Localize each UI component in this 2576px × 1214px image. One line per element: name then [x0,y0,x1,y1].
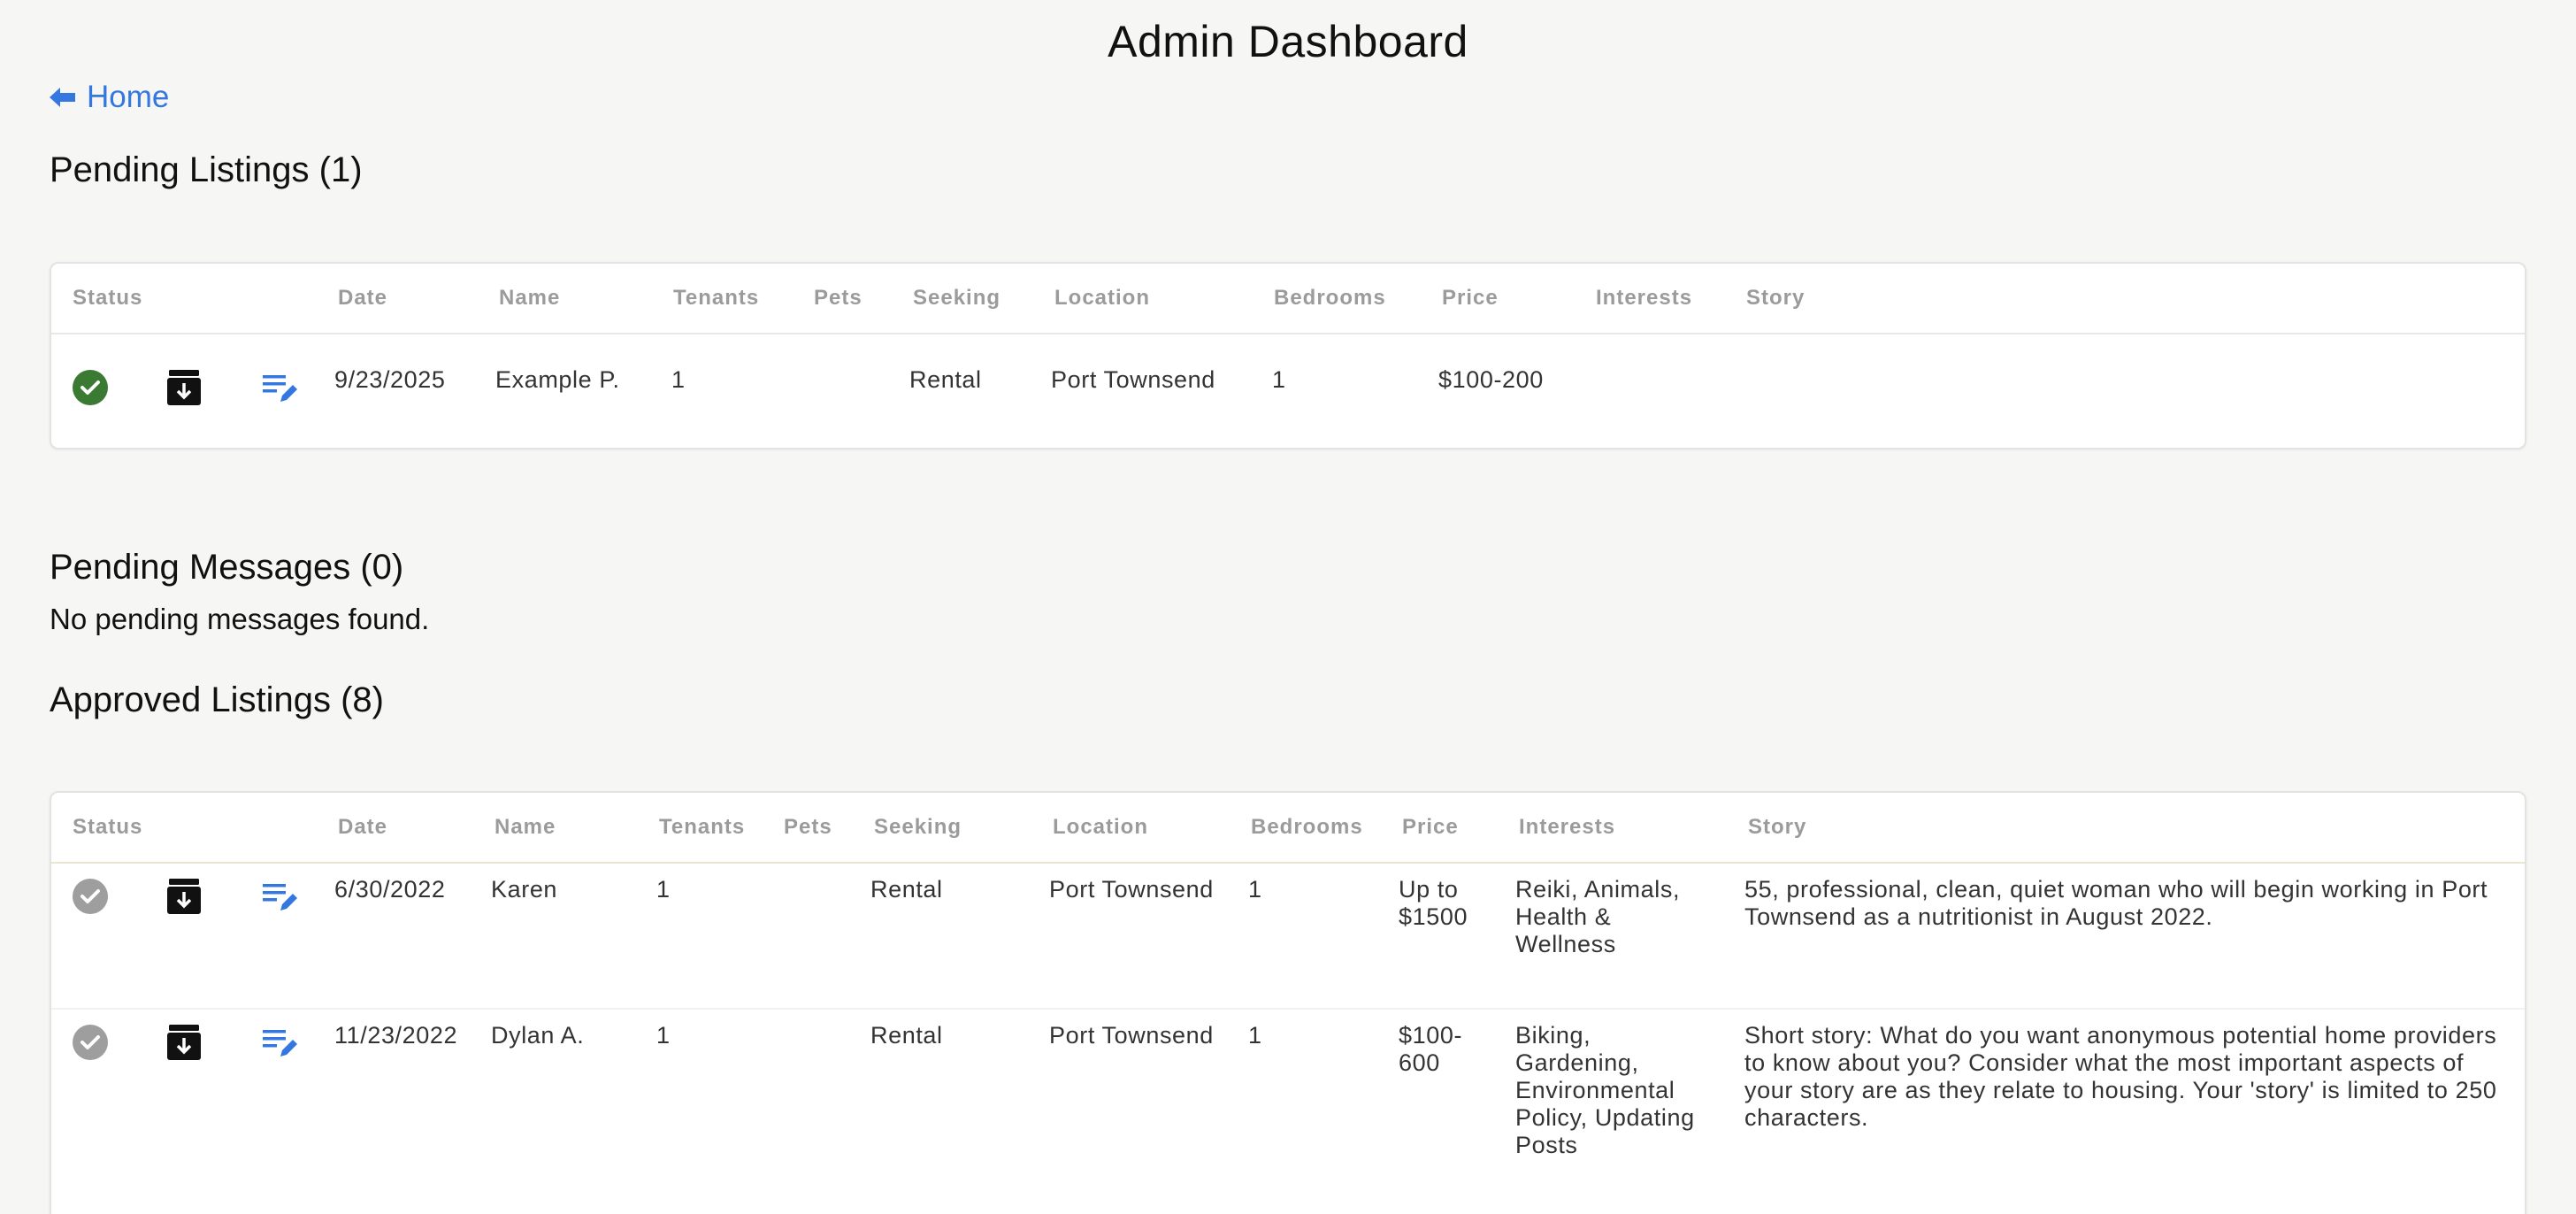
approved-listings-table: Status Date Name Tenants Pets Seeking Lo… [50,791,2526,1214]
column-header-status: Status [73,286,143,310]
check-circle-icon [73,369,108,410]
pending-listings-table: Status Date Name Tenants Pets Seeking Lo… [50,262,2526,449]
column-header-price: Price [1402,815,1459,839]
cell-bedrooms: 1 [1272,366,1286,393]
cell-tenants: 1 [656,876,671,903]
cell-seeking: Rental [870,876,943,903]
column-header-location: Location [1053,815,1148,839]
cell-story: 55, professional, clean, quiet woman who… [1744,876,2488,930]
column-header-bedrooms: Bedrooms [1251,815,1363,839]
cell-price: Up to $1500 [1399,876,1468,930]
cell-seeking: Rental [909,366,982,393]
column-header-location: Location [1054,286,1150,310]
column-header-name: Name [499,286,561,310]
archive-button[interactable] [165,369,203,410]
pending-listings-heading: Pending Listings (1) [50,150,363,189]
status-toggle-button[interactable] [71,878,110,918]
column-header-name: Name [494,815,556,839]
column-header-pets: Pets [814,286,862,310]
approved-listings-heading: Approved Listings (8) [50,680,384,719]
archive-download-icon [167,369,201,410]
cell-date: 9/23/2025 [334,366,446,393]
cell-seeking: Rental [870,1022,943,1049]
edit-button[interactable] [260,1025,299,1064]
admin-dashboard-page: Admin Dashboard Home Pending Listings (1… [0,0,2576,1214]
cell-price: $100-600 [1399,1022,1463,1076]
table-header: Status Date Name Tenants Pets Seeking Lo… [51,793,2525,864]
home-link[interactable]: Home [50,76,169,119]
arrow-left-icon [50,88,76,107]
column-header-price: Price [1442,286,1499,310]
column-header-date: Date [338,815,388,839]
column-header-interests: Interests [1519,815,1616,839]
cell-interests: Reiki, Animals, Health & Wellness [1515,876,1681,957]
edit-button[interactable] [260,370,299,409]
column-header-bedrooms: Bedrooms [1274,286,1386,310]
page-title: Admin Dashboard [1108,17,1468,66]
edit-button[interactable] [260,879,299,918]
archive-download-icon [167,878,201,918]
table-row: 11/23/2022 Dylan A. 1 Rental Port Townse… [51,1010,2525,1214]
edit-notes-icon [261,370,298,410]
cell-name: Karen [491,876,558,903]
cell-location: Port Townsend [1051,366,1215,393]
cell-price: $100-200 [1438,366,1544,393]
cell-bedrooms: 1 [1248,1022,1262,1049]
archive-download-icon [167,1024,201,1064]
column-header-interests: Interests [1596,286,1693,310]
status-toggle-button[interactable] [71,1024,110,1064]
no-messages-text: No pending messages found. [50,603,430,635]
cell-location: Port Townsend [1049,876,1214,903]
home-link-label: Home [87,80,170,114]
cell-interests: Biking, Gardening, Environmental Policy,… [1515,1022,1695,1158]
cell-story: Short story: What do you want anonymous … [1744,1022,2497,1131]
column-header-story: Story [1746,286,1806,310]
cell-date: 11/23/2022 [334,1022,458,1049]
column-header-seeking: Seeking [874,815,962,839]
edit-notes-icon [261,879,298,918]
column-header-tenants: Tenants [659,815,746,839]
pending-messages-heading: Pending Messages (0) [50,548,404,587]
check-circle-icon [73,1024,108,1064]
cell-location: Port Townsend [1049,1022,1214,1049]
check-circle-icon [73,878,108,918]
cell-tenants: 1 [656,1022,671,1049]
cell-name: Example P. [495,366,620,393]
table-row: 6/30/2022 Karen 1 Rental Port Townsend 1… [51,864,2525,1010]
archive-button[interactable] [165,1024,203,1064]
cell-date: 6/30/2022 [334,876,446,903]
cell-tenants: 1 [671,366,686,393]
table-row: 9/23/2025 Example P. 1 Rental Port Towns… [51,334,2525,446]
column-header-seeking: Seeking [913,286,1001,310]
table-header: Status Date Name Tenants Pets Seeking Lo… [51,264,2525,334]
column-header-date: Date [338,286,388,310]
column-header-story: Story [1748,815,1807,839]
cell-name: Dylan A. [491,1022,585,1049]
column-header-tenants: Tenants [673,286,760,310]
approve-button[interactable] [71,369,110,410]
archive-button[interactable] [165,878,203,918]
column-header-pets: Pets [784,815,832,839]
column-header-status: Status [73,815,143,839]
edit-notes-icon [261,1025,298,1064]
cell-bedrooms: 1 [1248,876,1262,903]
